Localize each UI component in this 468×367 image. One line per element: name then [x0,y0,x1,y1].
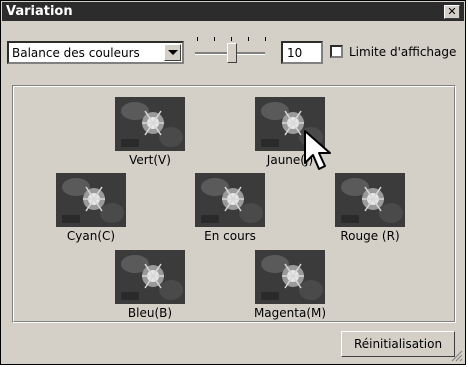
limit-checkbox-label[interactable]: Limite d'affichage [349,45,456,59]
chevron-down-icon[interactable] [164,44,181,61]
variation-label: Rouge (R) [340,229,400,243]
slider-tick [248,37,249,41]
mode-dropdown-value: Balance des couleurs [12,46,140,60]
thumbnail-image [115,250,185,304]
thumbnail-image [335,173,405,227]
variation-window: Variation ✕ Balance des couleurs 10 Limi… [0,0,466,365]
variation-label: Magenta(M) [253,306,327,320]
variation-label: Vert(V) [129,153,171,167]
thumbnail-image [56,173,126,227]
step-slider[interactable] [191,35,271,67]
variation-blue[interactable]: Bleu(B) [115,250,185,320]
thumbnail-image [255,250,325,304]
window-title: Variation [6,4,73,19]
slider-tick [265,37,266,41]
variation-label: Bleu(B) [127,306,173,320]
step-value-field[interactable]: 10 [281,41,323,64]
slider-tick [197,37,198,41]
title-bar: Variation ✕ [2,2,464,21]
pointer-cursor-icon [303,129,333,177]
resize-grip-icon[interactable] [451,350,463,362]
variation-magenta[interactable]: Magenta(M) [254,250,326,320]
thumbnail-image [115,97,185,151]
slider-tick [231,37,232,41]
variation-current[interactable]: En cours [195,173,265,243]
variation-cyan[interactable]: Cyan(C) [56,173,126,243]
slider-tick [214,37,215,41]
close-icon: ✕ [447,5,457,18]
limit-checkbox[interactable] [330,45,343,58]
slider-thumb[interactable] [227,43,237,63]
thumbnail-image [195,173,265,227]
variation-red[interactable]: Rouge (R) [335,173,405,243]
variation-green[interactable]: Vert(V) [115,97,185,167]
close-button[interactable]: ✕ [444,5,460,19]
mode-dropdown[interactable]: Balance des couleurs [7,41,184,64]
reset-button[interactable]: Réinitialisation [341,331,455,357]
variation-label: En cours [204,229,256,243]
variation-label: Cyan(C) [66,229,116,243]
